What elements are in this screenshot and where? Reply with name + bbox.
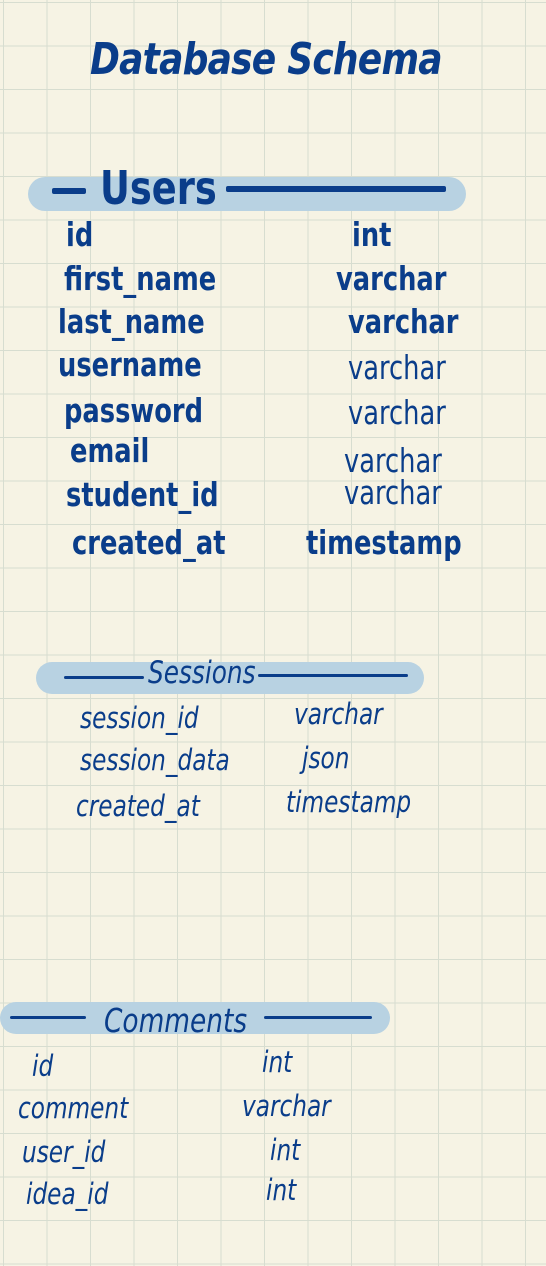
- users-field-password: password: [64, 391, 204, 430]
- users-type-id: int: [352, 215, 392, 254]
- users-field-created-at: created_at: [72, 523, 226, 562]
- users-type-created-at: timestamp: [306, 523, 462, 562]
- users-field-email: email: [70, 431, 150, 470]
- sessions-header-rule-left: [64, 676, 144, 679]
- page-title: Database Schema: [90, 34, 443, 85]
- users-type-last-name: varchar: [348, 302, 459, 341]
- comments-field-idea-id: idea_id: [26, 1177, 109, 1211]
- users-field-id: id: [66, 215, 94, 254]
- comments-type-idea-id: int: [266, 1173, 297, 1207]
- comments-type-user-id: int: [270, 1133, 301, 1167]
- users-type-username: varchar: [348, 348, 446, 387]
- users-field-student-id: student_id: [66, 475, 219, 514]
- comments-field-id: id: [32, 1049, 54, 1083]
- sessions-field-session-id: session_id: [80, 701, 199, 735]
- users-field-last-name: last_name: [58, 302, 205, 341]
- comments-type-id: int: [262, 1045, 293, 1079]
- users-table-name: Users: [100, 161, 217, 215]
- sessions-header-rule-right: [258, 674, 408, 677]
- users-type-first-name: varchar: [336, 259, 447, 298]
- comments-header-rule-left: [10, 1016, 86, 1019]
- users-header-highlight: [28, 177, 466, 211]
- sessions-type-created-at: timestamp: [286, 785, 412, 819]
- users-type-student-id: varchar: [344, 473, 442, 512]
- users-field-username: username: [58, 345, 202, 384]
- sessions-table-name: Sessions: [148, 655, 256, 691]
- sessions-type-session-id: varchar: [294, 697, 383, 731]
- users-field-first-name: first_name: [64, 259, 217, 298]
- comments-header-rule-right: [264, 1016, 372, 1019]
- users-header-rule-left: [52, 188, 86, 194]
- comments-field-user-id: user_id: [22, 1135, 106, 1169]
- sessions-field-created-at: created_at: [76, 789, 200, 823]
- comments-table-name: Comments: [104, 1001, 248, 1040]
- comments-field-comment: comment: [18, 1091, 129, 1125]
- comments-type-comment: varchar: [242, 1089, 331, 1123]
- sessions-field-session-data: session_data: [80, 743, 230, 777]
- users-type-password: varchar: [348, 393, 446, 432]
- sessions-type-session-data: json: [302, 741, 350, 775]
- users-header-rule-right: [226, 186, 446, 192]
